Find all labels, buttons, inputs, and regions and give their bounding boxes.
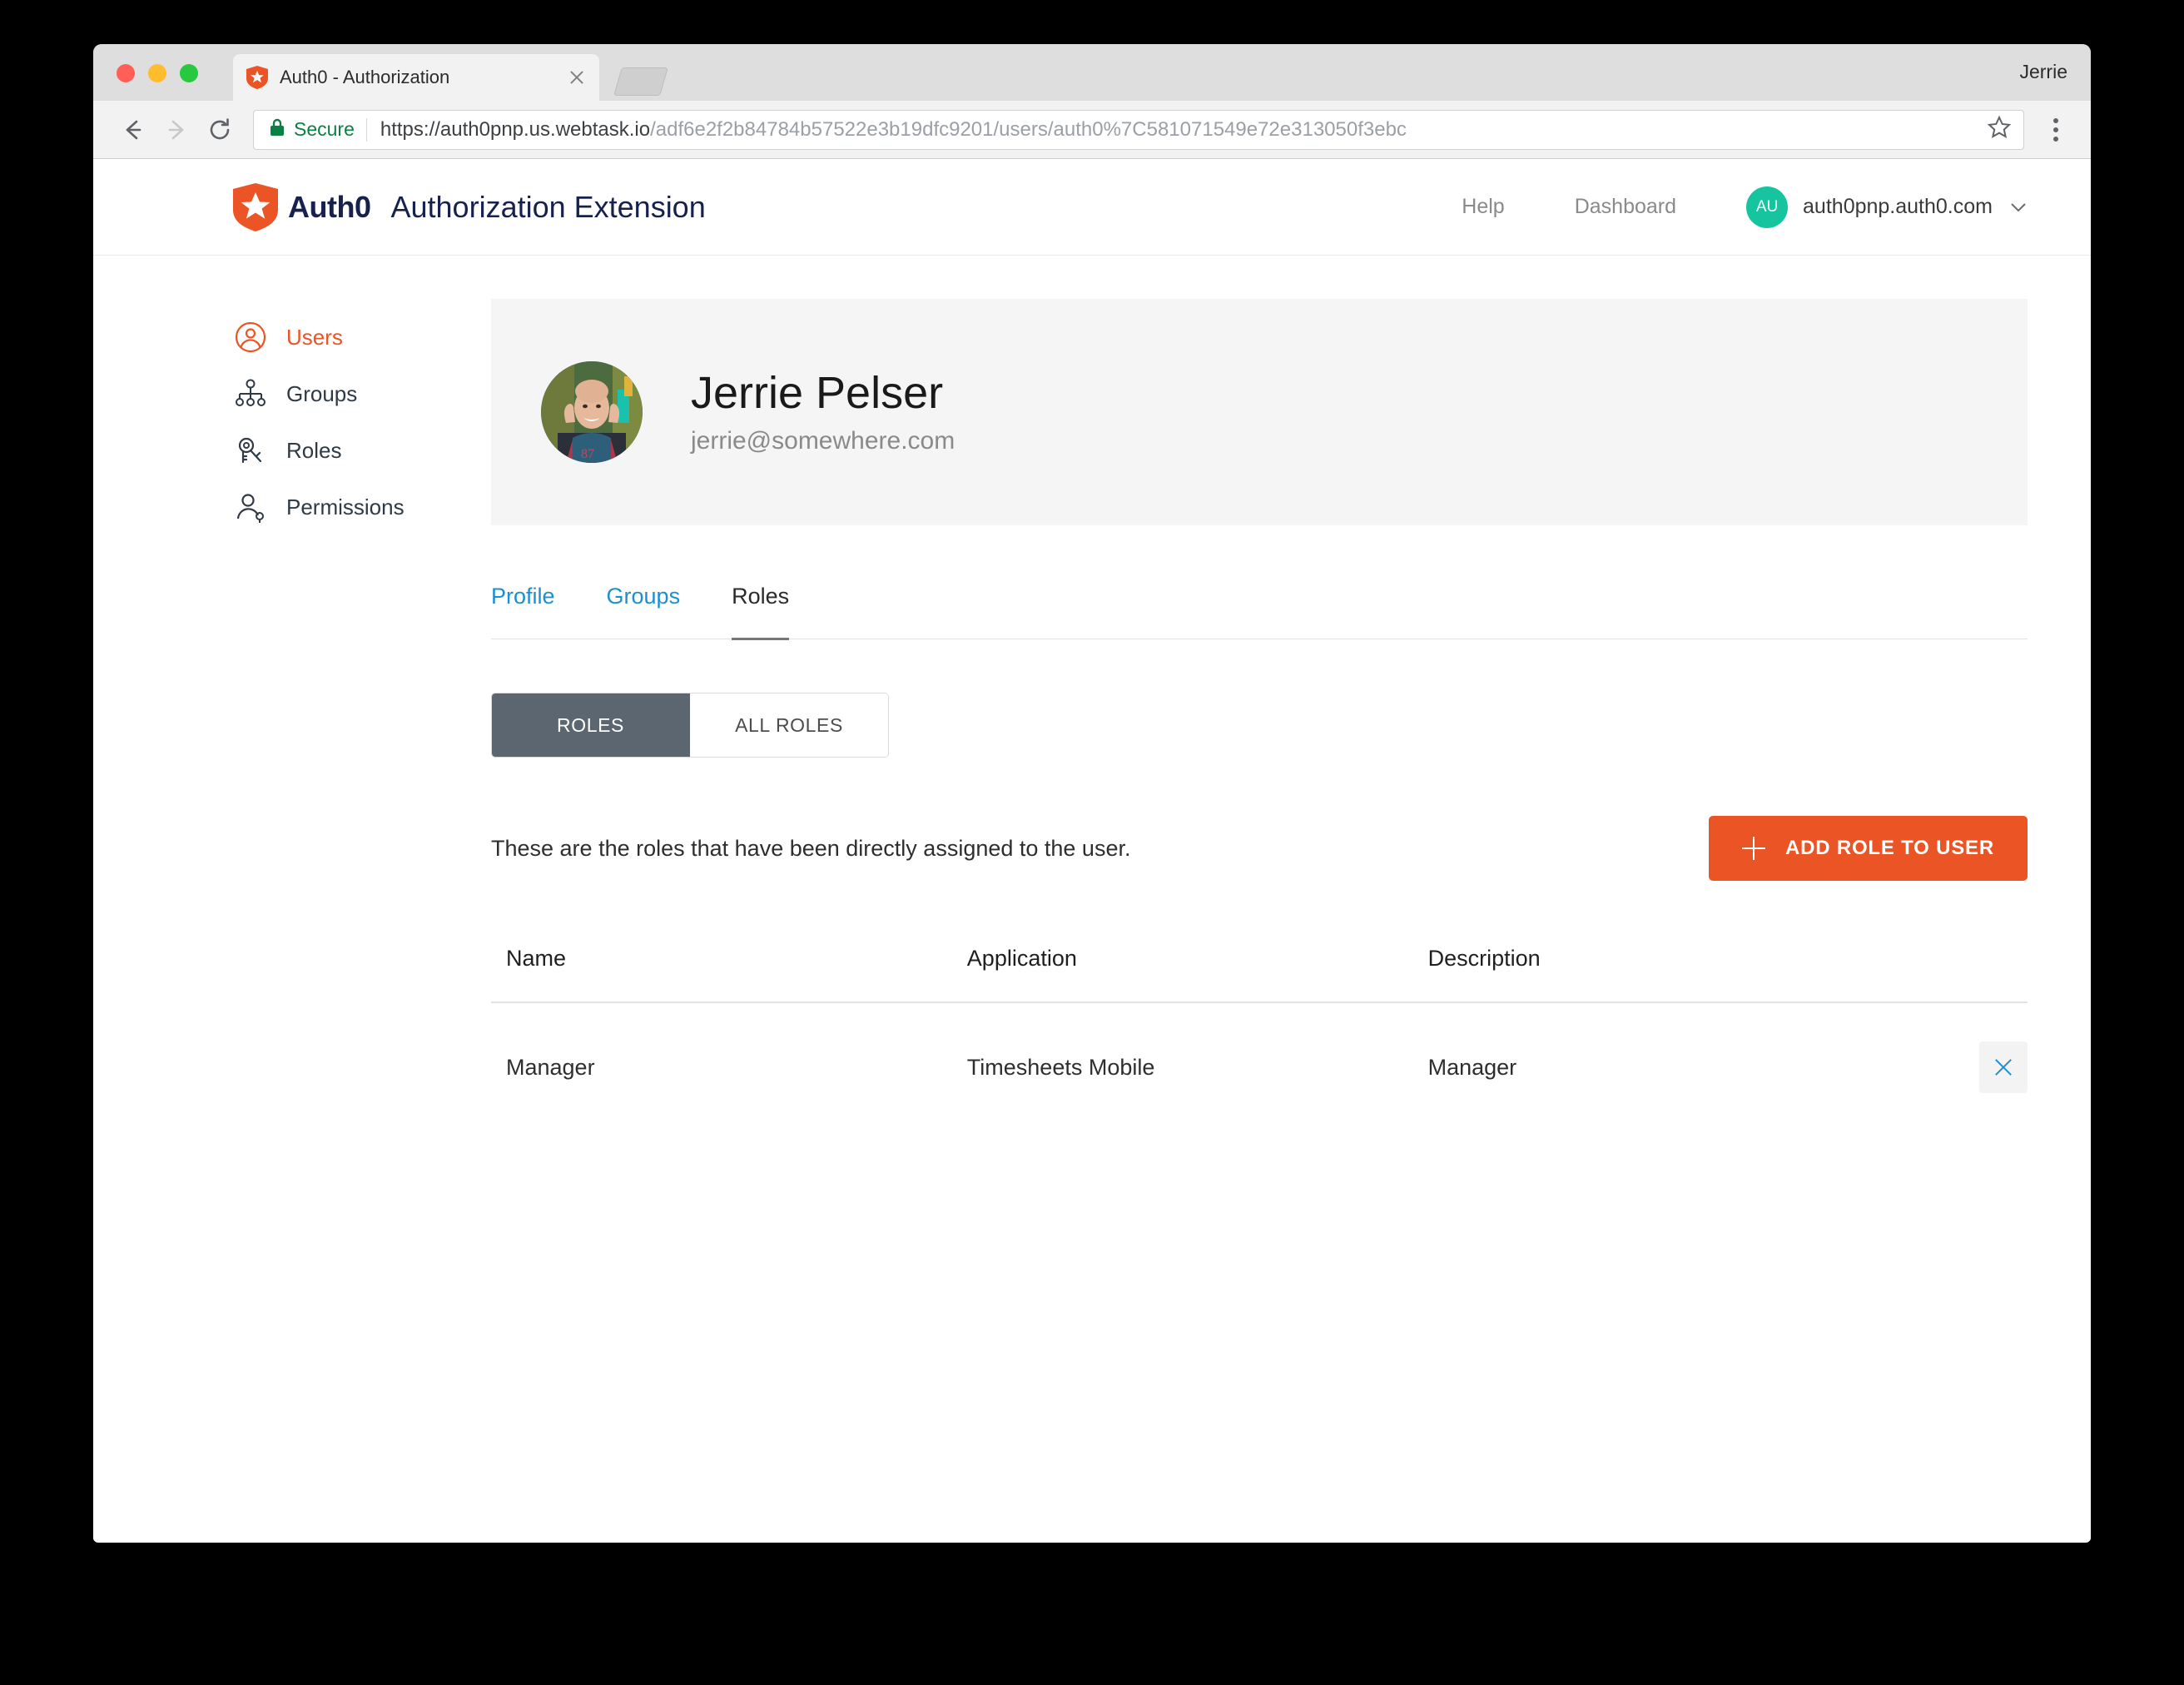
avatar: AU [1746,186,1789,228]
sidebar-item-roles[interactable]: Roles [233,422,491,479]
cell-role-name: Manager [506,1054,595,1080]
bookmark-star-icon[interactable] [1987,115,2012,144]
secure-label: Secure [294,118,355,140]
help-link[interactable]: Help [1462,195,1504,219]
brand[interactable]: Auth0 [233,182,371,231]
auth0-shield-icon [246,66,268,89]
three-dot-menu-icon[interactable] [2039,117,2072,142]
user-identity: Jerrie Pelser jerrie@somewhere.com [691,368,956,455]
sidebar-item-label: Users [286,324,343,350]
browser-tab[interactable]: Auth0 - Authorization [233,54,599,101]
plus-icon [1741,837,1765,860]
dashboard-link[interactable]: Dashboard [1575,195,1676,219]
main-content: 87 Jerrie Pelser jerrie@somewhere.com Pr… [491,299,2028,1131]
browser-window: Auth0 - Authorization Jerrie Secure http… [93,44,2091,1543]
minimize-window-button[interactable] [148,64,166,82]
tab-groups[interactable]: Groups [607,584,681,640]
user-profile-banner: 87 Jerrie Pelser jerrie@somewhere.com [491,299,2028,525]
roles-description-row: These are the roles that have been direc… [491,816,2028,881]
window-traffic-lights [117,64,198,82]
segment-roles[interactable]: ROLES [492,693,690,757]
table-header-row: Name Application Description [491,946,2028,1003]
browser-toolbar: Secure https://auth0pnp.us.webtask.io/ad… [93,101,2091,159]
column-header-name: Name [491,946,952,1003]
roles-table: Name Application Description Manager Tim… [491,946,2028,1131]
page-title: Authorization Extension [390,189,706,224]
forward-arrow-icon [155,108,198,152]
sidebar-item-permissions[interactable]: Permissions [233,479,491,535]
page-content: Auth0 Authorization Extension Help Dashb… [93,159,2091,1541]
chevron-down-icon [2009,198,2028,216]
add-role-to-user-button[interactable]: ADD ROLE TO USER [1708,816,2028,881]
url-path: /adf6e2f2b84784b57522e3b19dfc9201/users/… [650,117,1407,141]
back-arrow-icon[interactable] [112,108,155,152]
column-header-actions [1904,946,2028,1003]
new-tab-icon[interactable] [613,67,668,96]
tenant-name: auth0pnp.auth0.com [1803,195,1993,218]
lock-icon [269,117,285,142]
tab-roles[interactable]: Roles [732,584,790,640]
cell-actions [1904,1002,2028,1131]
sidebar-item-label: Groups [286,380,358,406]
auth0-logo-icon [233,182,278,231]
roles-filter-toggle: ROLES ALL ROLES [491,693,889,758]
svg-text:87: 87 [581,447,594,461]
browser-tabstrip: Auth0 - Authorization Jerrie [93,44,2091,101]
user-key-icon [233,490,268,524]
roles-description: These are the roles that have been direc… [491,835,1131,861]
sidebar-item-users[interactable]: Users [233,309,491,365]
sidebar-item-label: Roles [286,437,342,463]
table-row[interactable]: Manager Timesheets Mobile Manager [491,1002,2028,1131]
user-circle-icon [233,320,268,355]
user-photo-avatar: 87 [541,361,643,463]
body-wrapper: Users Groups Roles Permissions 87 Jerrie… [93,256,2091,1131]
column-header-application: Application [951,946,1413,1003]
brand-name: Auth0 [288,189,371,224]
omnibox-divider [365,117,367,142]
key-icon [233,433,268,468]
address-bar[interactable]: Secure https://auth0pnp.us.webtask.io/ad… [253,109,2024,150]
tenant-menu[interactable]: AU auth0pnp.auth0.com [1746,186,2028,228]
add-role-to-user-label: ADD ROLE TO USER [1784,837,1994,859]
maximize-window-button[interactable] [180,64,198,82]
sidebar: Users Groups Roles Permissions [233,299,491,1131]
sidebar-item-label: Permissions [286,494,405,519]
address-bar-url: https://auth0pnp.us.webtask.io/adf6e2f2b… [380,118,1978,142]
close-icon[interactable] [566,67,588,88]
close-window-button[interactable] [117,64,135,82]
header-right: Help Dashboard AU auth0pnp.auth0.com [1462,186,2028,228]
close-x-icon[interactable] [1979,1041,2028,1093]
browser-profile-label[interactable]: Jerrie [2019,61,2067,83]
user-email: jerrie@somewhere.com [691,426,956,455]
reload-icon[interactable] [198,108,241,152]
browser-tab-title: Auth0 - Authorization [280,67,450,87]
tab-profile[interactable]: Profile [491,584,555,640]
url-host: https://auth0pnp.us.webtask.io [380,117,651,141]
segment-all-roles[interactable]: ALL ROLES [690,693,888,757]
user-detail-tabs: Profile Groups Roles [491,584,2028,640]
column-header-description: Description [1412,946,1905,1003]
user-name: Jerrie Pelser [691,368,944,419]
cell-role-application: Timesheets Mobile [966,1054,1155,1080]
org-chart-icon [233,376,268,411]
sidebar-item-groups[interactable]: Groups [233,365,491,422]
cell-role-description: Manager [1427,1054,1517,1080]
app-header: Auth0 Authorization Extension Help Dashb… [93,159,2091,256]
